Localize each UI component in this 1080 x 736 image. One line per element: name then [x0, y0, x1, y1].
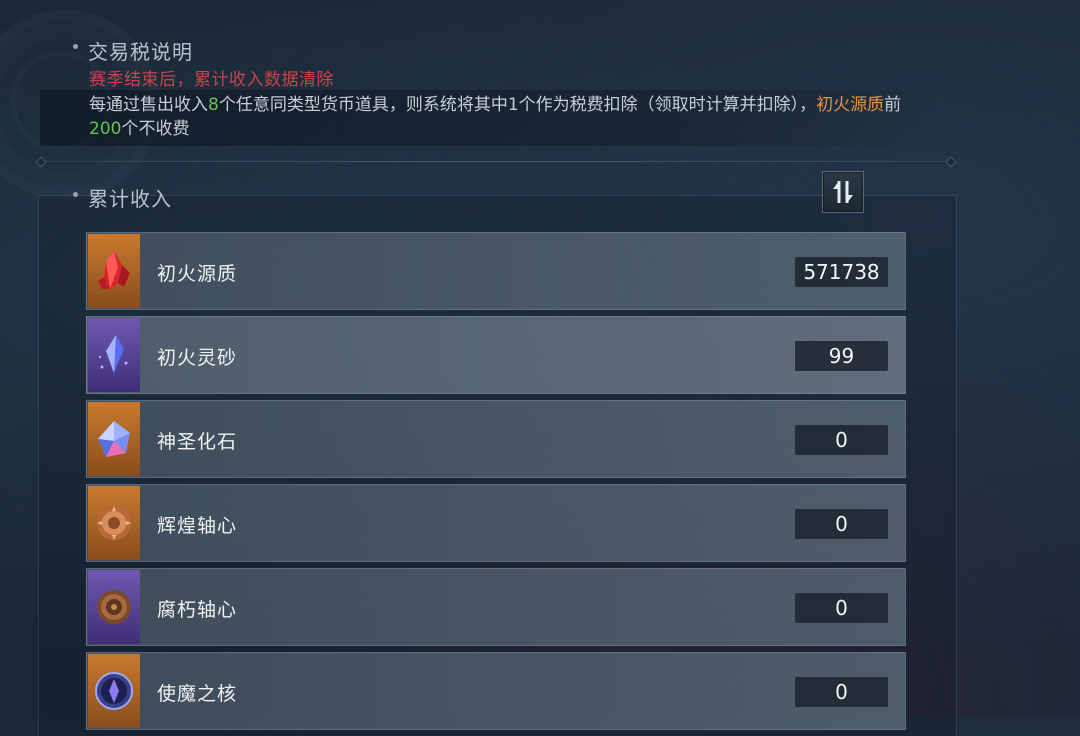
item-value: 0: [795, 677, 888, 707]
tax-desc-limit: 200: [89, 119, 122, 139]
income-row-glory-axis[interactable]: 辉煌轴心 0: [86, 484, 906, 562]
item-value: 99: [795, 341, 888, 371]
income-title: 累计收入: [88, 187, 172, 211]
income-row-sand[interactable]: 初火灵砂 99: [86, 316, 906, 394]
item-name: 辉煌轴心: [157, 515, 238, 537]
dark-core-icon: [95, 672, 133, 710]
bronze-gear-icon: [97, 590, 131, 624]
section-divider: [40, 161, 952, 162]
tax-reset-warning: 赛季结束后，累计收入数据清除: [89, 70, 334, 90]
bullet-icon: [73, 44, 78, 49]
divider-end-icon: [945, 156, 957, 168]
holy-gem-icon: [98, 421, 130, 457]
item-value: 571738: [795, 257, 888, 287]
tax-desc-item: 初火源质: [816, 95, 885, 115]
rarity-frame: [88, 234, 140, 308]
income-row-decay-axis[interactable]: 腐朽轴心 0: [86, 568, 906, 646]
income-row-source[interactable]: 初火源质 571738: [86, 232, 906, 310]
rarity-frame: [88, 402, 140, 476]
item-value: 0: [795, 509, 888, 539]
income-row-familiar-core[interactable]: 使魔之核 0: [86, 652, 906, 730]
tax-info-section: 交易税说明 赛季结束后，累计收入数据清除 每通过售出收入8个任意同类型货币道具，…: [0, 30, 1080, 150]
sort-swap-button[interactable]: [822, 171, 864, 213]
rarity-frame: [88, 486, 140, 560]
purple-shard-icon: [99, 335, 128, 373]
item-name: 初火源质: [157, 263, 238, 285]
item-value: 0: [795, 425, 888, 455]
red-crystal-icon: [98, 251, 130, 289]
tax-desc-number: 8: [208, 95, 219, 115]
tax-desc-text: 每通过售出收入: [89, 95, 208, 115]
income-row-fossil[interactable]: 神圣化石 0: [86, 400, 906, 478]
tax-desc-text: 前: [884, 95, 902, 115]
item-name: 腐朽轴心: [157, 599, 238, 621]
tax-desc-text: 个不收费: [121, 119, 190, 139]
income-list: 初火源质 571738 初火灵砂 99 神圣化石 0 辉煌轴心 0 腐朽轴心 0…: [86, 232, 906, 736]
tax-desc-text: 个任意同类型货币道具，则系统将其中1个作为税费扣除（领取时计算并扣除），: [218, 95, 817, 115]
bullet-icon: [73, 192, 78, 197]
item-name: 初火灵砂: [157, 347, 238, 369]
tax-info-title: 交易税说明: [88, 40, 193, 64]
rarity-frame: [88, 654, 140, 728]
golden-gear-icon: [97, 506, 131, 540]
item-value: 0: [795, 593, 888, 623]
rarity-frame: [88, 570, 140, 644]
rarity-frame: [88, 318, 140, 392]
sort-swap-icon: [833, 181, 853, 203]
item-name: 使魔之核: [157, 683, 238, 705]
item-name: 神圣化石: [157, 431, 238, 453]
tax-description: 每通过售出收入8个任意同类型货币道具，则系统将其中1个作为税费扣除（领取时计算并…: [89, 93, 929, 141]
